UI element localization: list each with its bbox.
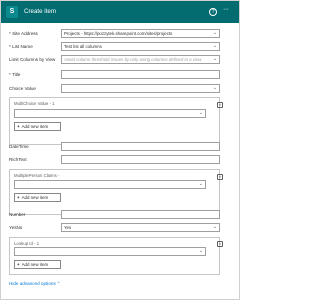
multichoice-add-button[interactable]: + Add new item (14, 122, 61, 131)
list-name-label: * List Name (9, 44, 33, 49)
hide-advanced-options-link[interactable]: Hide advanced options⌃ (9, 281, 60, 287)
card-body: * Site Address Projects - https://pozzyt… (1, 23, 239, 299)
hide-advanced-label: Hide advanced options (9, 281, 56, 286)
datetime-input[interactable] (61, 142, 220, 151)
lookup-add-button[interactable]: + Add new item (14, 260, 61, 269)
lookup-select[interactable]: ⌄ (14, 247, 206, 256)
chevron-down-icon: ⌄ (212, 224, 217, 230)
card-title: Create item (24, 8, 56, 15)
multichoice-select[interactable]: ⌄ (14, 109, 206, 118)
add-button-label: Add new item (21, 262, 49, 267)
yesno-label: YesNo (9, 225, 23, 230)
multiperson-group: MultiplePerson Claims - ⌄ + Add new item (9, 169, 220, 215)
switch-input-mode-icon[interactable]: ≡ (217, 174, 223, 180)
help-icon[interactable]: ? (209, 8, 217, 16)
choice-value-select[interactable]: ⌄ (61, 84, 220, 93)
number-label: Number (9, 212, 26, 217)
site-address-label: * Site Address (9, 31, 38, 36)
yesno-select[interactable]: Yes ⌄ (61, 223, 220, 232)
lookup-group: Lookup Id - 1 ⌄ + Add new item (9, 237, 220, 275)
list-name-select[interactable]: Test list all columns ⌄ (61, 42, 220, 51)
chevron-down-icon: ⌄ (198, 248, 203, 254)
more-options-icon[interactable]: ··· (223, 5, 229, 15)
multichoice-group: MultiChoice Value - 1 ⌄ + Add new item (9, 97, 220, 145)
choice-value-label: Choice Value (9, 86, 36, 91)
add-button-label: Add new item (21, 124, 49, 129)
create-item-card: S Create item ? ··· * Site Address Proje… (0, 0, 240, 300)
yesno-value: Yes (64, 225, 72, 230)
multiperson-add-button[interactable]: + Add new item (14, 193, 61, 202)
chevron-down-icon: ⌄ (212, 43, 217, 49)
plus-icon: + (17, 262, 20, 267)
multichoice-label: MultiChoice Value - 1 (14, 101, 55, 106)
chevron-down-icon: ⌄ (212, 85, 217, 91)
chevron-down-icon: ⌄ (212, 56, 217, 62)
title-label: * Title (9, 72, 21, 77)
site-address-select[interactable]: Projects - https://pozzytek.sharepoint.c… (61, 29, 220, 38)
chevron-up-icon: ⌃ (56, 281, 61, 286)
limit-columns-placeholder: Avoid column threshold issues by only us… (64, 57, 202, 62)
switch-input-mode-icon[interactable]: ≡ (217, 241, 223, 247)
chevron-down-icon: ⌄ (198, 110, 203, 116)
title-input[interactable] (61, 70, 220, 79)
richtext-input[interactable] (61, 155, 220, 164)
plus-icon: + (17, 195, 20, 200)
add-button-label: Add new item (21, 195, 49, 200)
card-header[interactable]: S Create item ? ··· (1, 1, 239, 23)
lookup-label: Lookup Id - 1 (14, 241, 40, 246)
chevron-down-icon: ⌄ (198, 181, 203, 187)
datetime-label: DateTime (9, 144, 29, 149)
limit-columns-select[interactable]: Avoid column threshold issues by only us… (61, 55, 220, 64)
site-address-value: Projects - https://pozzytek.sharepoint.c… (64, 31, 173, 36)
number-input[interactable] (61, 210, 220, 219)
list-name-value: Test list all columns (64, 44, 102, 49)
multiperson-label: MultiplePerson Claims - (14, 173, 60, 178)
switch-input-mode-icon[interactable]: ≡ (217, 102, 223, 108)
multiperson-select[interactable]: ⌄ (14, 180, 206, 189)
sharepoint-icon: S (6, 6, 18, 18)
plus-icon: + (17, 124, 20, 129)
chevron-down-icon: ⌄ (212, 30, 217, 36)
limit-columns-label: Limit Columns by View (9, 57, 56, 62)
richtext-label: RichText (9, 157, 27, 162)
